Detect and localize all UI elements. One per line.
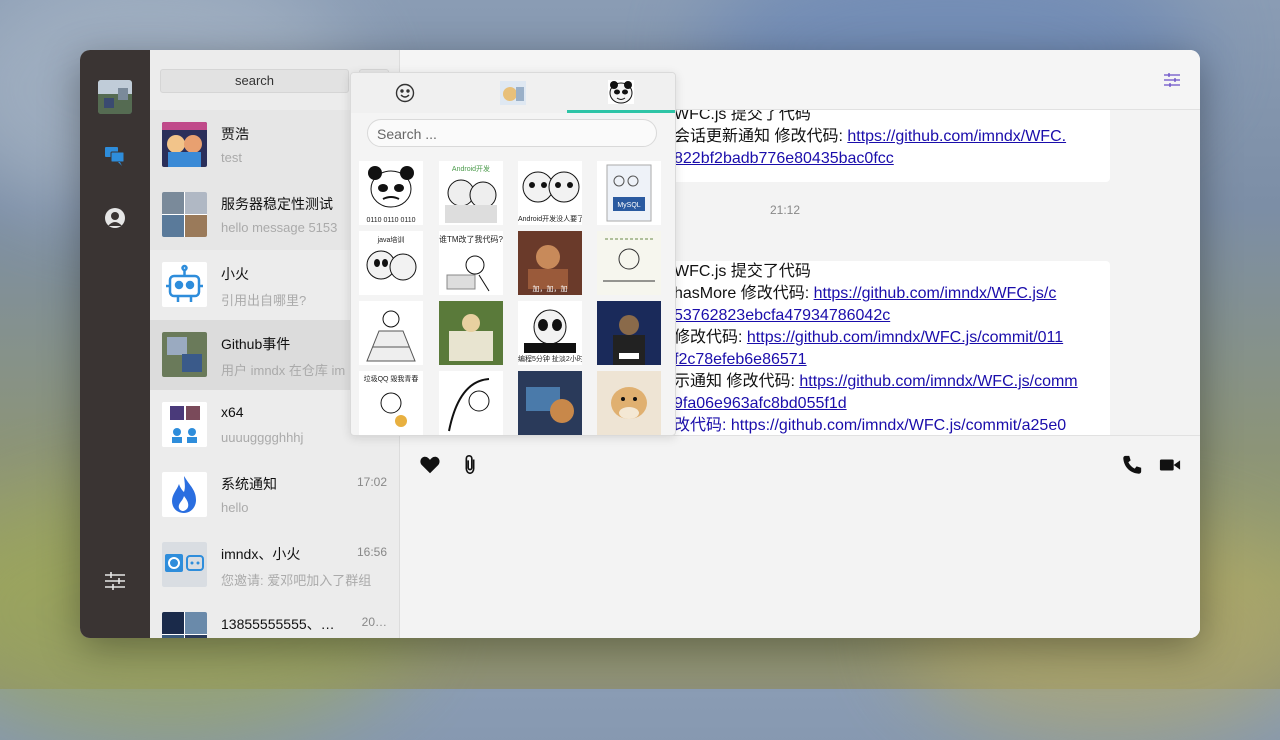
commit-link[interactable]: https://github.com/imndx/WFC. — [847, 128, 1066, 145]
sticker[interactable] — [439, 371, 503, 435]
sticker[interactable]: 谁TM改了我代码? — [439, 231, 503, 295]
timestamp: 21:12 — [770, 203, 801, 217]
sticker[interactable] — [597, 301, 661, 365]
robot-icon — [162, 262, 207, 307]
nav-rail — [80, 50, 150, 638]
commit-link[interactable]: 9fa06e963afc8bd055f1d — [674, 395, 847, 412]
commit-link[interactable]: https://github.com/imndx/WFC.js/c — [814, 285, 1057, 302]
sticker-pack-thumbnail — [500, 81, 526, 105]
sticker-panel: Search ... 0110 0110 0110 Android开发 Andr… — [350, 72, 676, 436]
message-bubble: WFC.js 提交了代码 会话更新通知 修改代码: https://github… — [660, 110, 1110, 182]
commit-link[interactable]: https://github.com/imndx/WFC.js/comm — [799, 373, 1077, 390]
avatar — [162, 122, 207, 167]
conversation-item[interactable]: imndx、小火 您邀请: 爱邓吧加入了群组 16:56 — [150, 530, 399, 600]
sticker[interactable]: 加，加，加 — [518, 231, 582, 295]
heart-icon[interactable] — [419, 454, 441, 476]
sticker[interactable]: 垃圾QQ 毁我青春 — [359, 371, 423, 435]
commit-link[interactable]: 53762823ebcfa47934786042c — [674, 307, 890, 324]
sticker[interactable]: MySQL — [597, 161, 661, 225]
sticker[interactable]: Android开发没人要了 — [518, 161, 582, 225]
avatar — [162, 192, 207, 237]
sticker-tabs — [351, 73, 675, 113]
tab-emoji[interactable] — [351, 73, 459, 113]
avatar — [162, 612, 207, 638]
avatar — [162, 542, 207, 587]
sticker[interactable] — [439, 301, 503, 365]
sticker[interactable]: Android开发 — [439, 161, 503, 225]
commit-link[interactable]: https://github.com/imndx/WFC.js/commit/0… — [747, 329, 1063, 346]
tab-sticker-pack-1[interactable] — [459, 73, 567, 113]
smiley-icon — [395, 83, 415, 103]
message-input-area[interactable] — [400, 435, 1200, 638]
tab-sticker-pack-2[interactable] — [567, 73, 675, 113]
phone-icon[interactable] — [1121, 454, 1143, 476]
message-bubble: WFC.js 提交了代码 hasMore 修改代码: https://githu… — [660, 261, 1110, 435]
commit-link[interactable]: 822bf2badb776e80435bac0fcc — [674, 150, 894, 167]
sticker[interactable]: 编程5分钟 扯淡2小时 — [518, 301, 582, 365]
attachment-icon[interactable] — [459, 454, 481, 476]
contacts-icon[interactable] — [104, 207, 126, 229]
conversation-settings-icon[interactable] — [1164, 72, 1180, 88]
user-avatar[interactable] — [98, 80, 132, 114]
flame-icon — [162, 472, 207, 517]
video-call-icon[interactable] — [1159, 454, 1181, 476]
panda-face-icon — [608, 79, 634, 104]
sticker[interactable]: 0110 0110 0110 — [359, 161, 423, 225]
search-input[interactable]: search — [160, 69, 349, 93]
sticker[interactable] — [597, 231, 661, 295]
sticker[interactable] — [359, 301, 423, 365]
commit-link[interactable]: f2c78efeb6e86571 — [674, 351, 807, 368]
avatar — [162, 332, 207, 377]
conversation-item[interactable]: 13855555555、x… 20… — [150, 600, 399, 638]
sticker-search-input[interactable]: Search ... — [367, 119, 657, 147]
sticker[interactable] — [597, 371, 661, 435]
settings-sliders-icon[interactable] — [104, 570, 126, 592]
sticker[interactable] — [518, 371, 582, 435]
conversation-item[interactable]: 系统通知 hello 17:02 — [150, 460, 399, 530]
chat-bubbles-icon[interactable] — [104, 145, 126, 167]
avatar — [162, 402, 207, 447]
sticker[interactable]: java培训 — [359, 231, 423, 295]
